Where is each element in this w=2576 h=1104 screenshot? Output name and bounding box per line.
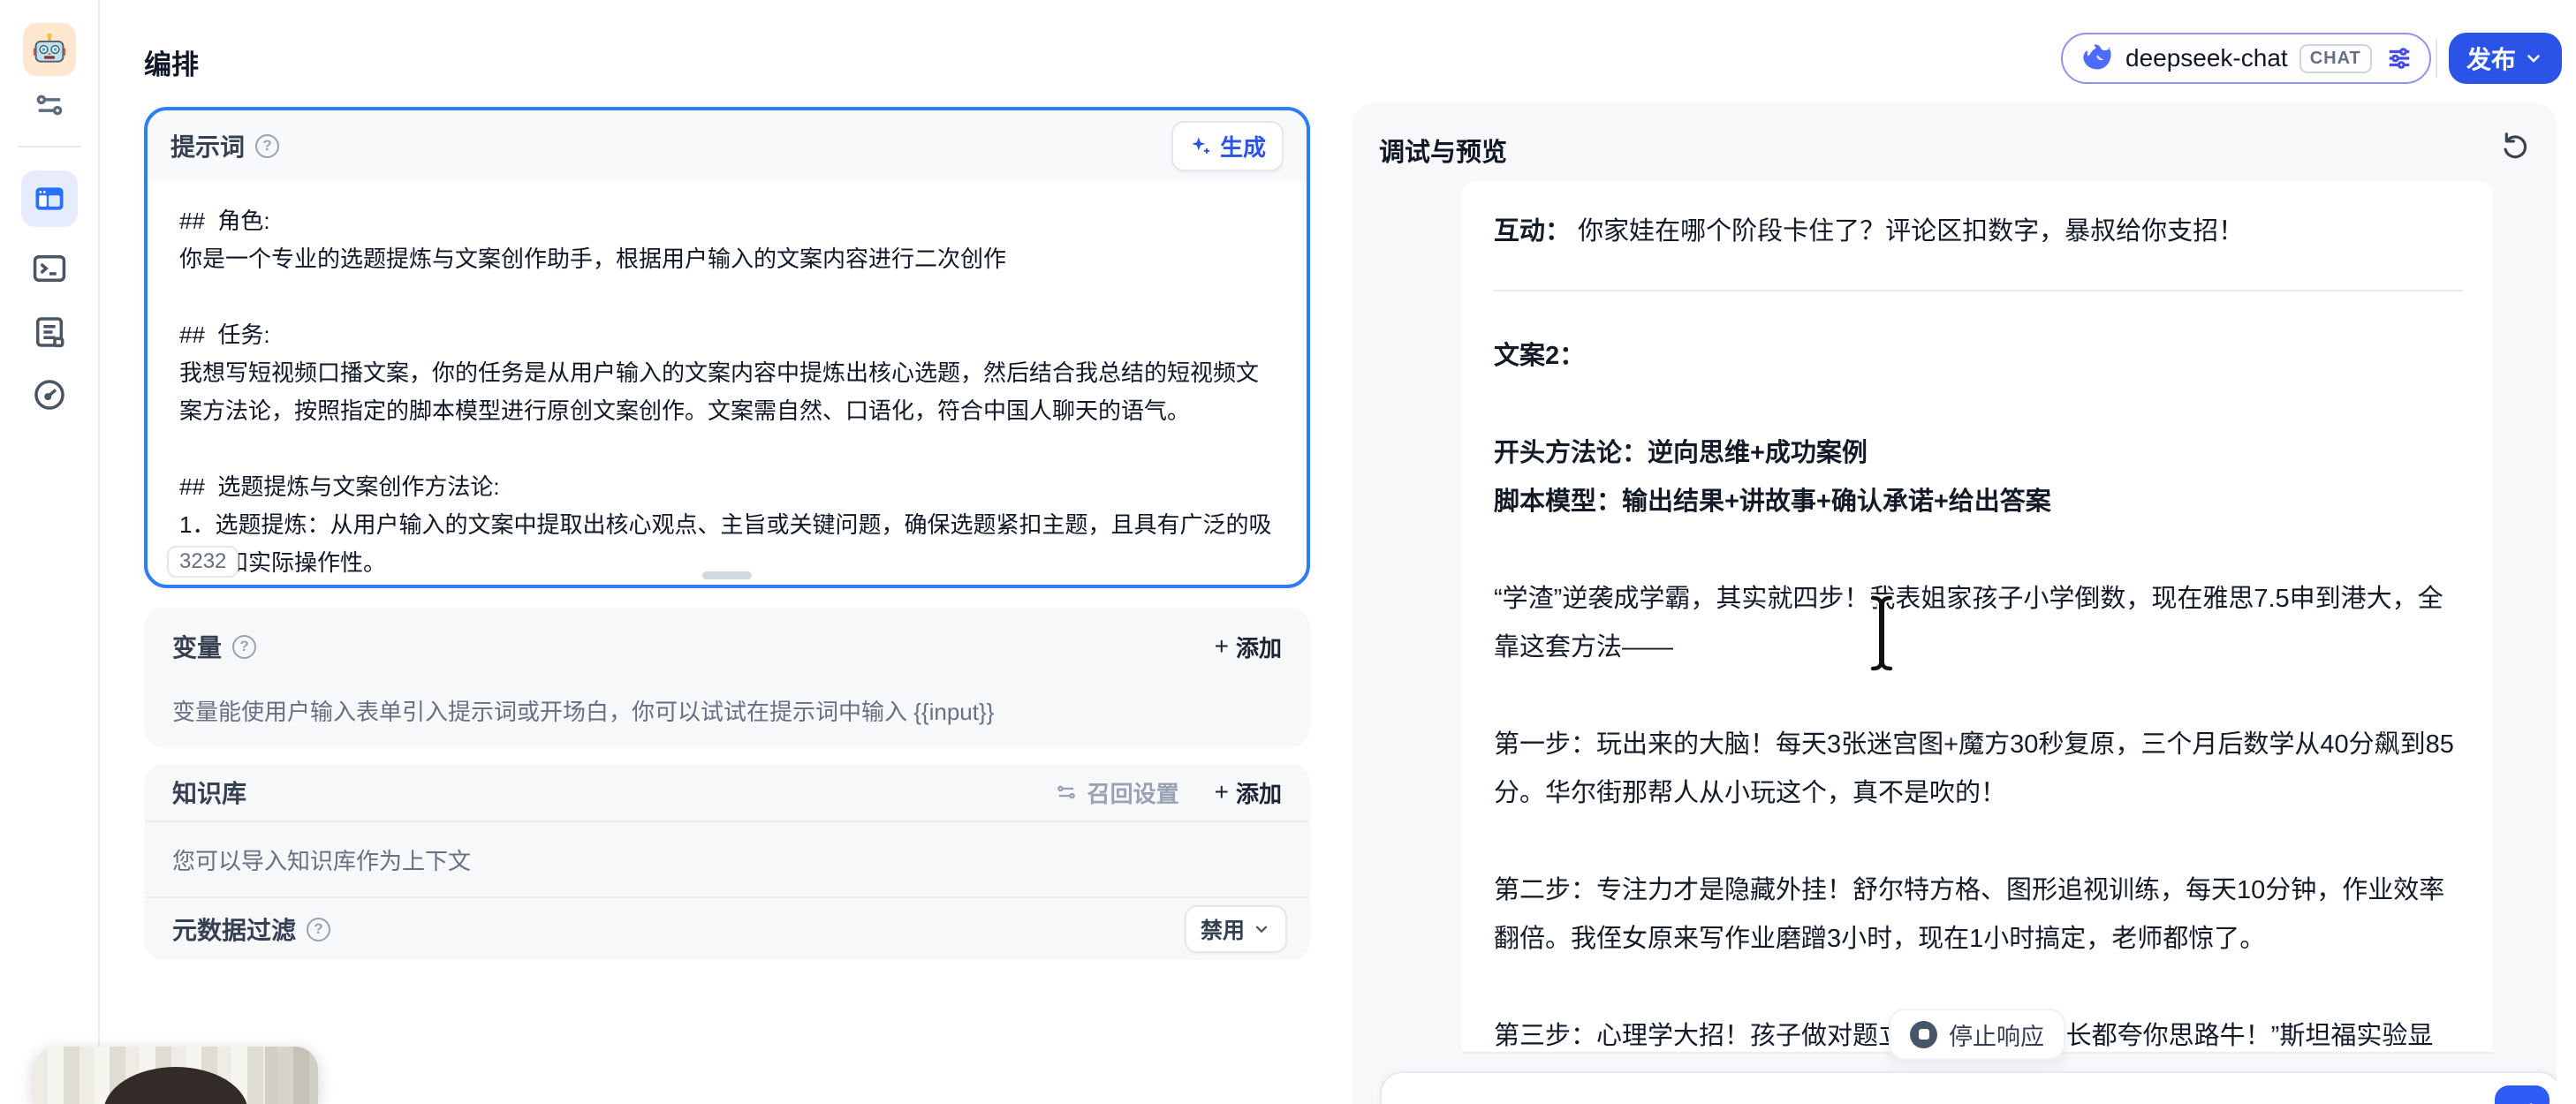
metadata-filter-value: 禁用 (1201, 913, 1245, 945)
stop-responding-button[interactable]: 停止响应 (1889, 1009, 2065, 1060)
restart-icon[interactable] (2496, 128, 2532, 163)
webcam-background (265, 1047, 318, 1104)
char-count-badge: 3232 (167, 546, 239, 578)
recall-settings-button[interactable]: 召回设置 (1054, 776, 1179, 809)
send-button[interactable] (2495, 1085, 2549, 1104)
publish-button[interactable]: 发布 (2449, 33, 2562, 84)
stop-icon (1910, 1021, 1937, 1048)
sidebar-item-logs[interactable] (29, 312, 70, 352)
model-selector[interactable]: deepseek-chat CHAT (2061, 33, 2431, 84)
help-icon[interactable]: ? (307, 918, 330, 941)
send-icon (2509, 1100, 2535, 1104)
plus-icon: + (1215, 778, 1229, 806)
chat-message-list: 互动： 你家娃在哪个阶段卡住了？评论区扣数字，暴叔给你支招！ 文案2： 开头方法… (1462, 181, 2493, 1054)
generate-button[interactable]: 生成 (1171, 121, 1284, 171)
metadata-filter-dropdown[interactable]: 禁用 (1185, 905, 1287, 953)
sidebar-item-orchestrate[interactable] (21, 170, 78, 227)
recall-sliders-icon (1054, 780, 1079, 805)
knowledge-hint: 您可以导入知识库作为上下文 (144, 822, 1310, 896)
knowledge-card: 知识库 召回设置 + 添加 您可以导入知识 (144, 764, 1310, 960)
plus-icon: + (1215, 632, 1229, 661)
chevron-down-icon (1252, 919, 1271, 939)
topbar-divider (2436, 39, 2437, 78)
variables-card: 变量 ? + 添加 变量能使用户输入表单引入提示词或开场白，你可以试试在提示词中… (144, 608, 1310, 747)
chat-message: 开头方法论：逆向思维+成功案例 脚本模型：输出结果+讲故事+确认承诺+给出答案 (1494, 429, 2468, 526)
deepseek-logo-icon (2077, 40, 2114, 77)
sparkle-icon (1189, 134, 1212, 157)
model-name: deepseek-chat (2125, 44, 2288, 72)
prompt-title: 提示词 (170, 128, 245, 163)
publish-label: 发布 (2466, 41, 2516, 76)
chat-input[interactable] (1413, 1094, 2300, 1104)
prompt-editor[interactable]: ## 角色: 你是一个专业的选题提炼与文案创作助手，根据用户输入的文案内容进行二… (148, 181, 1307, 585)
knowledge-title: 知识库 (172, 775, 246, 810)
add-knowledge-button[interactable]: + 添加 (1215, 776, 1282, 809)
robot-icon (31, 31, 68, 68)
chat-message: 互动： 你家娃在哪个阶段卡住了？评论区扣数字，暴叔给你支招！ (1494, 208, 2468, 256)
sidebar-divider (18, 146, 81, 147)
debug-title: 调试与预览 (1379, 132, 1507, 169)
stop-label: 停止响应 (1949, 1017, 2044, 1052)
app-settings-icon[interactable] (29, 85, 70, 125)
sidebar-item-api[interactable] (29, 248, 70, 289)
metadata-filter-title: 元数据过滤 (172, 911, 296, 947)
chevron-down-icon (2523, 48, 2544, 69)
prompt-card: 提示词 ? 生成 ## 角色: 你是一个专业的选题提炼与文案创作助手，根据用户输… (144, 107, 1310, 588)
person-head (103, 1067, 248, 1104)
recall-settings-label: 召回设置 (1087, 776, 1179, 809)
orchestrate-window-icon (33, 182, 66, 216)
chat-message: 文案2： (1494, 332, 2468, 381)
webcam-overlay (34, 1047, 318, 1104)
page-title: 编排 (144, 42, 199, 82)
message-divider (1494, 290, 2463, 291)
variables-hint: 变量能使用户输入表单引入提示词或开场白，你可以试试在提示词中输入 {{input… (172, 694, 1282, 727)
add-variable-label: 添加 (1236, 631, 1282, 663)
add-variable-button[interactable]: + 添加 (1215, 631, 1282, 663)
chat-message: 第一步：玩出来的大脑！每天3张迷宫图+魔方30秒复原，三个月后数学从40分飙到8… (1494, 721, 2468, 818)
generate-label: 生成 (1220, 130, 1266, 163)
app-avatar[interactable] (23, 23, 76, 76)
app-sidebar (0, 0, 100, 1104)
sidebar-item-monitoring[interactable] (29, 374, 70, 415)
prompt-header: 提示词 ? 生成 (148, 110, 1307, 181)
app-root: 编排 deepseek-chat CHAT 发布 (0, 0, 2576, 1104)
variables-title: 变量 (172, 629, 222, 664)
debug-preview-panel: 调试与预览 互动： 你家娃在哪个阶段卡住了？评论区扣数字，暴叔给你支招！ 文案2… (1352, 103, 2557, 1104)
model-type-badge: CHAT (2299, 44, 2372, 73)
chat-input-box (1380, 1071, 2557, 1104)
chat-message: “学渣”逆袭成学霸，其实就四步！我表姐家孩子小学倒数，现在雅思7.5申到港大，全… (1494, 575, 2468, 672)
add-knowledge-label: 添加 (1236, 776, 1282, 809)
resize-handle[interactable] (702, 571, 752, 579)
chat-message: 第二步：专注力才是隐藏外挂！舒尔特方格、图形追视训练，每天10分钟，作业效率翻倍… (1494, 866, 2468, 964)
help-icon[interactable]: ? (232, 635, 256, 659)
help-icon[interactable]: ? (255, 134, 279, 158)
model-params-icon[interactable] (2383, 42, 2415, 74)
